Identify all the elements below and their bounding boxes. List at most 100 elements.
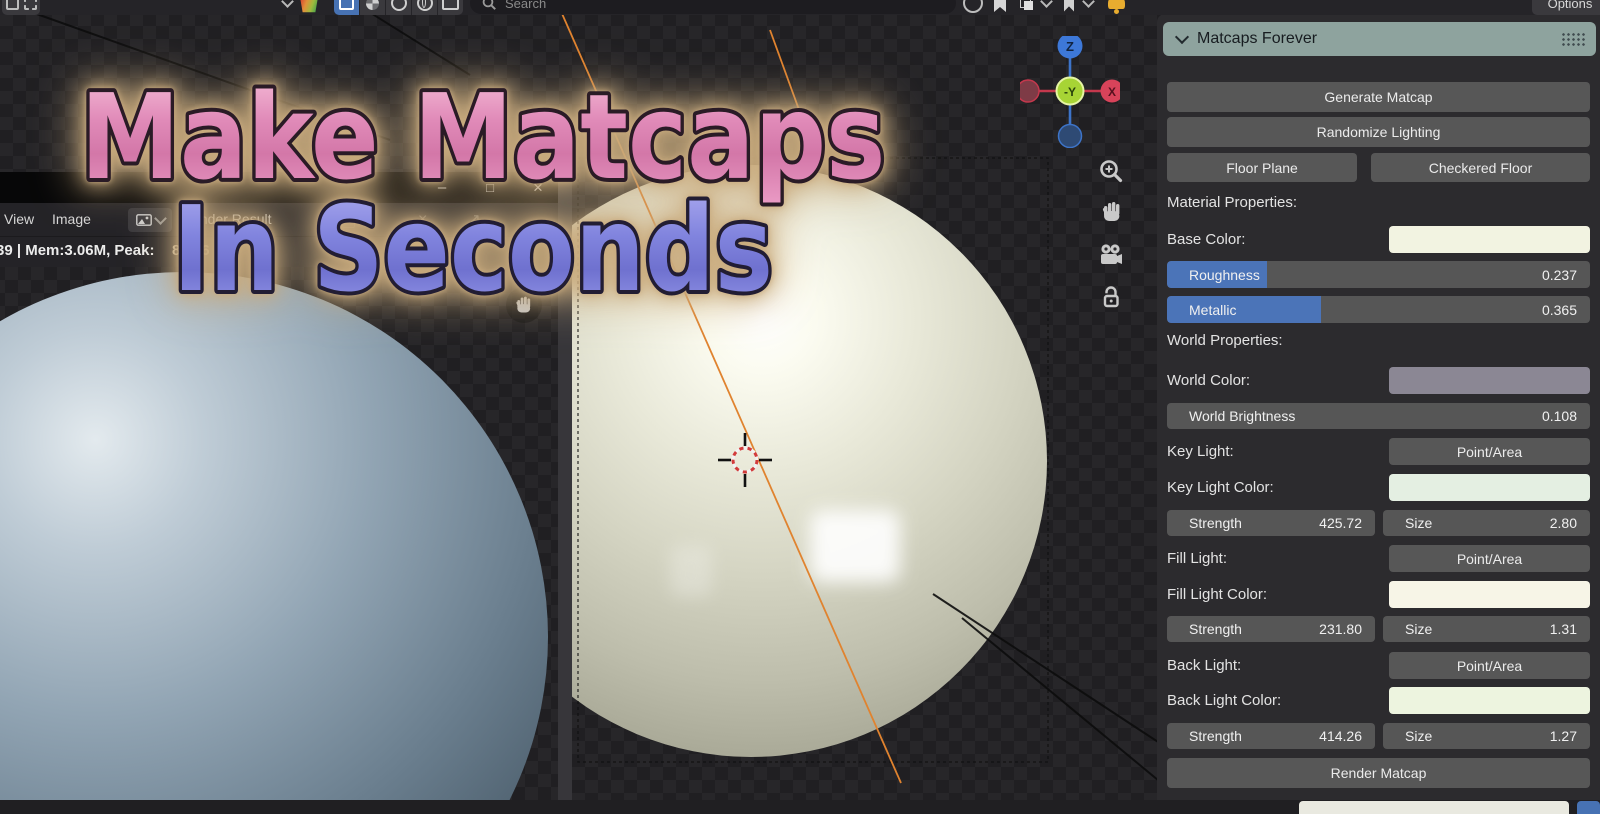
key-light-color-label: Key Light Color: [1167, 479, 1274, 496]
back-strength-field[interactable]: Strength 414.26 [1167, 723, 1375, 749]
light-wire-black-1 [19, 7, 391, 141]
back-strength-label: Strength [1189, 728, 1242, 744]
world-brightness-value: 0.108 [1541, 408, 1577, 424]
file-browse-button-partial[interactable] [1577, 801, 1600, 814]
panel-header[interactable]: Matcaps Forever [1163, 22, 1596, 56]
lock-icon[interactable] [1099, 285, 1123, 309]
base-color-label: Base Color: [1167, 231, 1246, 248]
world-color-swatch[interactable] [1389, 367, 1590, 394]
matcap-shield-icon[interactable] [298, 0, 320, 14]
linked-copies-icon[interactable] [1016, 0, 1036, 14]
bell-icon[interactable] [1104, 0, 1128, 14]
world-brightness-field[interactable]: World Brightness 0.108 [1167, 403, 1590, 429]
fill-light-type-dropdown[interactable]: Point/Area [1389, 545, 1590, 572]
light-wire-black-4 [961, 617, 1171, 791]
shading-mode-solid[interactable] [334, 0, 359, 15]
chevron-down-icon [1039, 0, 1053, 8]
panel-title: Matcaps Forever [1197, 30, 1318, 47]
render-matcap-button[interactable]: Render Matcap [1167, 758, 1590, 788]
shading-mode-rendered[interactable] [386, 0, 411, 15]
blender-screenshot: { "topbar": { "search_placeholder": "Sea… [0, 0, 1600, 814]
key-size-value: 2.80 [1549, 515, 1577, 531]
shading-chevron[interactable] [280, 0, 294, 14]
zoom-icon[interactable] [1098, 158, 1124, 184]
unlink-icon[interactable]: × [418, 203, 427, 236]
pan-hand-backdrop[interactable] [506, 287, 542, 323]
shading-mode-world[interactable] [412, 0, 437, 15]
shading-mode-material[interactable] [360, 0, 385, 15]
memory-status: 39 | Mem:3.06M, Peak: [0, 242, 155, 259]
flag-chevron[interactable] [1081, 0, 1095, 14]
checkered-floor-button[interactable]: Checkered Floor [1371, 153, 1590, 182]
key-light-type-dropdown[interactable]: Point/Area [1389, 438, 1590, 465]
pan-hand-icon [516, 296, 531, 313]
key-size-field[interactable]: Size 2.80 [1383, 510, 1590, 536]
flag-icon[interactable] [1062, 0, 1076, 14]
back-light-type-dropdown[interactable]: Point/Area [1389, 652, 1590, 679]
roughness-slider[interactable]: Roughness 0.237 [1167, 261, 1590, 288]
bookmark-icon[interactable] [992, 0, 1008, 14]
fill-strength-value: 231.80 [1319, 621, 1362, 637]
back-light-label: Back Light: [1167, 657, 1242, 674]
cage-icon [442, 0, 459, 10]
image-type-dropdown[interactable] [128, 208, 172, 232]
fill-size-field[interactable]: Size 1.31 [1383, 616, 1590, 642]
menu-view[interactable]: View [4, 203, 34, 236]
fill-light-label: Fill Light: [1167, 550, 1228, 567]
chevron-down-icon [1081, 0, 1095, 8]
minimize-button[interactable]: – [430, 172, 454, 203]
close-button[interactable]: × [526, 172, 550, 203]
metallic-label: Metallic [1189, 301, 1237, 318]
camera-icon[interactable] [1098, 243, 1124, 267]
filepath-field-partial[interactable] [1299, 801, 1569, 814]
generate-matcap-button[interactable]: Generate Matcap [1167, 82, 1590, 112]
checker-sphere-icon [366, 0, 379, 10]
key-light-color-swatch[interactable] [1389, 474, 1590, 501]
copy-image-icon[interactable] [342, 213, 355, 228]
fill-size-value: 1.31 [1549, 621, 1577, 637]
selection-dashed-border [577, 157, 1049, 763]
window-titlebar[interactable]: – □ × [0, 172, 558, 203]
pan-hand-icon[interactable] [1100, 200, 1124, 224]
metallic-slider[interactable]: Metallic 0.365 [1167, 296, 1590, 323]
key-light-label: Key Light: [1167, 443, 1234, 460]
snap-buttons[interactable] [2, 0, 40, 15]
axis-gizmo-icon[interactable]: Z X -Y [1020, 36, 1120, 148]
back-light-color-swatch[interactable] [1389, 687, 1590, 714]
filter-circle-icon[interactable] [962, 0, 984, 14]
back-size-field[interactable]: Size 1.27 [1383, 723, 1590, 749]
key-strength-value: 425.72 [1319, 515, 1362, 531]
collapse-chevron-icon[interactable] [1174, 29, 1190, 45]
options-button[interactable]: Options [1532, 0, 1600, 15]
fill-strength-field[interactable]: Strength 231.80 [1167, 616, 1375, 642]
image-name[interactable]: Render Result [182, 203, 272, 236]
rendered-matcap-sphere [0, 272, 548, 800]
light-wire-black-3 [932, 593, 1191, 764]
monitor-icon [339, 0, 354, 10]
world-properties-header: World Properties: [1167, 332, 1283, 349]
render-result-image [0, 267, 558, 800]
floor-plane-button[interactable]: Floor Plane [1167, 153, 1357, 182]
search-input[interactable]: Search [470, 0, 956, 14]
material-properties-header: Material Properties: [1167, 194, 1298, 211]
image-icon [135, 214, 152, 226]
linked-copies-chevron[interactable] [1039, 0, 1053, 14]
chevron-down-icon [153, 211, 167, 225]
render-result-window: – □ × View Image Render Result × ↗ 39 | … [0, 172, 572, 800]
base-color-swatch[interactable] [1389, 226, 1590, 253]
metallic-value: 0.365 [1541, 301, 1577, 318]
randomize-lighting-button[interactable]: Randomize Lighting [1167, 117, 1590, 147]
menu-image[interactable]: Image [52, 203, 91, 236]
shading-mode-preview[interactable] [438, 0, 463, 15]
expand-icon[interactable]: ↗ [468, 203, 481, 236]
snap-icon [23, 0, 37, 10]
3d-cursor-icon [718, 433, 772, 487]
drag-handle-icon[interactable] [1561, 32, 1586, 46]
image-editor-menubar: View Image Render Result × ↗ [0, 203, 558, 237]
roughness-label: Roughness [1189, 266, 1260, 283]
top-header-bar: Search Options [0, 0, 1600, 15]
fill-light-color-swatch[interactable] [1389, 581, 1590, 608]
key-strength-field[interactable]: Strength 425.72 [1167, 510, 1375, 536]
maximize-button[interactable]: □ [478, 172, 502, 203]
key-strength-label: Strength [1189, 515, 1242, 531]
